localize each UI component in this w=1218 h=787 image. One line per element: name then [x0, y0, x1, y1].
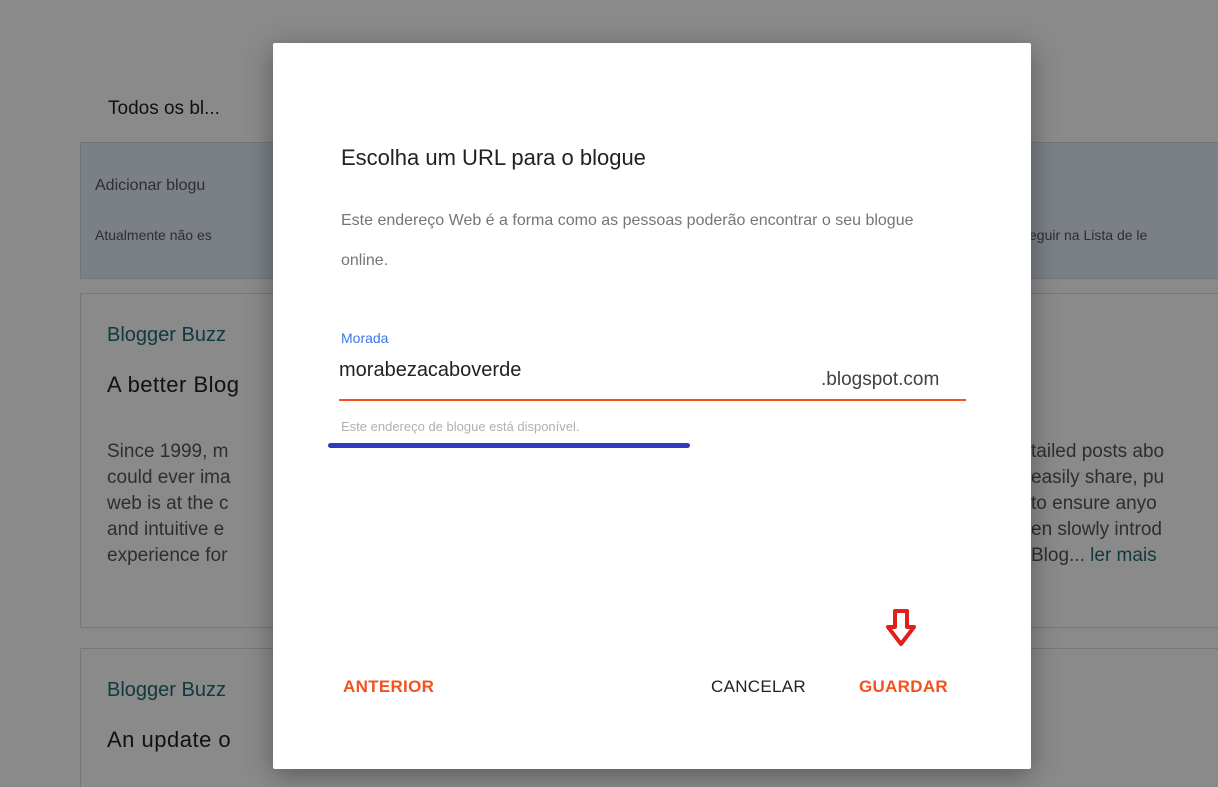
- dialog-description: Este endereço Web é a forma como as pess…: [341, 212, 914, 269]
- annotation-underline: [328, 443, 690, 448]
- arrow-down-icon: [886, 609, 916, 646]
- dialog-title: Escolha um URL para o blogue: [341, 145, 646, 170]
- input-underline: [339, 399, 966, 401]
- blog-address-input[interactable]: [339, 359, 769, 382]
- save-button[interactable]: GUARDAR: [859, 677, 948, 697]
- cancel-button[interactable]: CANCELAR: [711, 677, 806, 697]
- choose-url-dialog: Escolha um URL para o blogue Este endere…: [273, 43, 1031, 769]
- domain-suffix: .blogspot.com: [821, 369, 940, 390]
- availability-message: Este endereço de blogue está disponível.: [341, 419, 580, 434]
- address-field-label: Morada: [341, 330, 389, 346]
- previous-button[interactable]: ANTERIOR: [343, 677, 434, 697]
